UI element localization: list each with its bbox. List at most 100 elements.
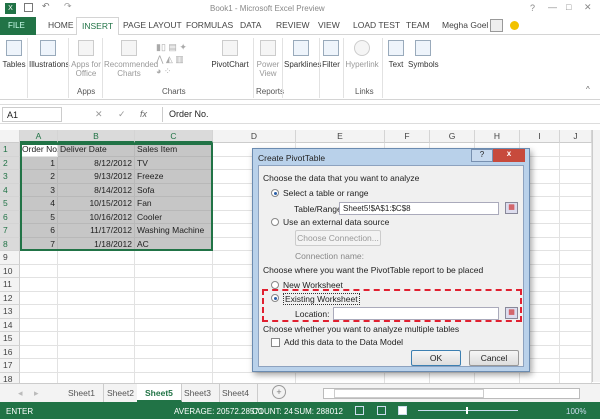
normal-view-icon[interactable] xyxy=(355,406,364,415)
cell-A7[interactable]: 6 xyxy=(20,224,58,238)
chart-type-icons[interactable]: ▮▯ ▤ ✦ ⋀ ◭ ▥ ◕ ⁘ xyxy=(156,41,208,77)
scroll-right-icon[interactable]: ▸ xyxy=(34,388,39,399)
cell-A15[interactable] xyxy=(20,332,58,346)
row-header-9[interactable]: 9 xyxy=(0,251,20,265)
cell-A1[interactable]: Order No. xyxy=(20,143,59,157)
cell-A4[interactable]: 3 xyxy=(20,183,58,197)
cell-A9[interactable] xyxy=(20,251,58,265)
row-header-3[interactable]: 3 xyxy=(0,170,20,184)
row-header-10[interactable]: 10 xyxy=(0,264,20,278)
tab-view[interactable]: VIEW xyxy=(318,20,340,30)
cancel-icon[interactable]: ✕ xyxy=(95,109,103,120)
function-icon[interactable]: fx xyxy=(140,109,147,119)
cell-J4[interactable] xyxy=(560,183,592,197)
cell-A11[interactable] xyxy=(20,278,58,292)
cell-J1[interactable] xyxy=(560,143,592,157)
save-icon[interactable] xyxy=(24,3,33,12)
tab-review[interactable]: REVIEW xyxy=(276,20,310,30)
row-header-14[interactable]: 14 xyxy=(0,318,20,332)
horizontal-scrollbar[interactable] xyxy=(323,388,580,399)
select-table-label[interactable]: Select a table or range xyxy=(283,188,369,198)
smiley-icon[interactable] xyxy=(510,21,519,30)
cell-J15[interactable] xyxy=(560,332,592,346)
cell-A2[interactable]: 1 xyxy=(20,156,58,170)
hyperlink-button[interactable]: Hyperlink xyxy=(345,38,379,69)
cell-J12[interactable] xyxy=(560,291,592,305)
cell-J16[interactable] xyxy=(560,345,592,359)
cell-C13[interactable] xyxy=(135,305,213,319)
cell-C9[interactable] xyxy=(135,251,213,265)
cancel-button[interactable]: Cancel xyxy=(469,350,519,366)
help-button[interactable]: ? xyxy=(530,3,535,13)
cell-C12[interactable] xyxy=(135,291,213,305)
column-header-h[interactable]: H xyxy=(475,130,520,143)
cell-C10[interactable] xyxy=(135,264,213,278)
cell-B5[interactable]: 10/15/2012 xyxy=(58,197,135,211)
column-header-d[interactable]: D xyxy=(213,130,296,143)
row-header-7[interactable]: 7 xyxy=(0,224,20,238)
scroll-left-icon[interactable]: ◂ xyxy=(18,388,23,399)
cell-A3[interactable]: 2 xyxy=(20,170,58,184)
ok-button[interactable]: OK xyxy=(411,350,461,366)
zoom-level[interactable]: 100% xyxy=(566,407,586,416)
column-header-c[interactable]: C xyxy=(135,130,213,143)
select-table-radio[interactable] xyxy=(271,189,279,197)
cell-C1[interactable]: Sales Item xyxy=(135,143,213,157)
formula-input[interactable]: Order No. xyxy=(162,107,592,122)
name-box[interactable]: A1 xyxy=(2,107,62,122)
external-source-radio[interactable] xyxy=(271,218,279,226)
cell-B16[interactable] xyxy=(58,345,135,359)
cell-B9[interactable] xyxy=(58,251,135,265)
column-header-e[interactable]: E xyxy=(296,130,385,143)
cell-C15[interactable] xyxy=(135,332,213,346)
cell-A5[interactable]: 4 xyxy=(20,197,58,211)
cell-B2[interactable]: 8/12/2012 xyxy=(58,156,135,170)
cell-J8[interactable] xyxy=(560,237,592,251)
column-header-i[interactable]: I xyxy=(520,130,560,143)
recommended-charts-button[interactable]: Recommended Charts xyxy=(104,38,158,78)
row-header-8[interactable]: 8 xyxy=(0,237,20,251)
row-header-11[interactable]: 11 xyxy=(0,278,20,292)
cell-A12[interactable] xyxy=(20,291,58,305)
location-picker-icon[interactable]: ▦ xyxy=(505,307,518,319)
dialog-help-button[interactable]: ? xyxy=(471,149,493,162)
cell-B8[interactable]: 1/18/2012 xyxy=(58,237,135,251)
column-header-f[interactable]: F xyxy=(385,130,430,143)
cell-B3[interactable]: 9/13/2012 xyxy=(58,170,135,184)
cell-C5[interactable]: Fan xyxy=(135,197,213,211)
sheet-tab-sheet1[interactable]: Sheet1 xyxy=(60,384,104,402)
cell-A16[interactable] xyxy=(20,345,58,359)
cell-A10[interactable] xyxy=(20,264,58,278)
cell-J11[interactable] xyxy=(560,278,592,292)
vertical-scrollbar[interactable] xyxy=(592,130,600,382)
cell-B6[interactable]: 10/16/2012 xyxy=(58,210,135,224)
cell-B10[interactable] xyxy=(58,264,135,278)
cell-J14[interactable] xyxy=(560,318,592,332)
cell-A14[interactable] xyxy=(20,318,58,332)
location-input[interactable] xyxy=(333,307,499,320)
tab-load-test[interactable]: LOAD TEST xyxy=(353,20,400,30)
tables-button[interactable]: Tables xyxy=(2,38,26,69)
tab-formulas[interactable]: FORMULAS xyxy=(186,20,233,30)
cell-J2[interactable] xyxy=(560,156,592,170)
tab-home[interactable]: HOME xyxy=(48,20,74,30)
row-header-2[interactable]: 2 xyxy=(0,156,20,170)
illustrations-button[interactable]: Illustrations xyxy=(29,38,69,69)
cell-A17[interactable] xyxy=(20,359,58,373)
filter-button[interactable]: Filter xyxy=(321,38,341,69)
existing-worksheet-radio[interactable] xyxy=(271,294,279,302)
cell-C2[interactable]: TV xyxy=(135,156,213,170)
pivotchart-button[interactable]: PivotChart xyxy=(210,38,250,69)
external-source-label[interactable]: Use an external data source xyxy=(283,217,389,227)
zoom-slider[interactable] xyxy=(418,407,518,414)
cell-C7[interactable]: Washing Machine xyxy=(135,224,213,238)
cell-C11[interactable] xyxy=(135,278,213,292)
tab-insert[interactable]: INSERT xyxy=(76,17,120,36)
avatar[interactable] xyxy=(490,19,503,32)
new-sheet-icon[interactable]: + xyxy=(272,385,286,399)
tab-file[interactable]: FILE xyxy=(0,17,36,35)
row-header-12[interactable]: 12 xyxy=(0,291,20,305)
tab-page-layout[interactable]: PAGE LAYOUT xyxy=(123,20,182,30)
cell-B17[interactable] xyxy=(58,359,135,373)
close-button[interactable]: ✕ xyxy=(584,2,592,13)
